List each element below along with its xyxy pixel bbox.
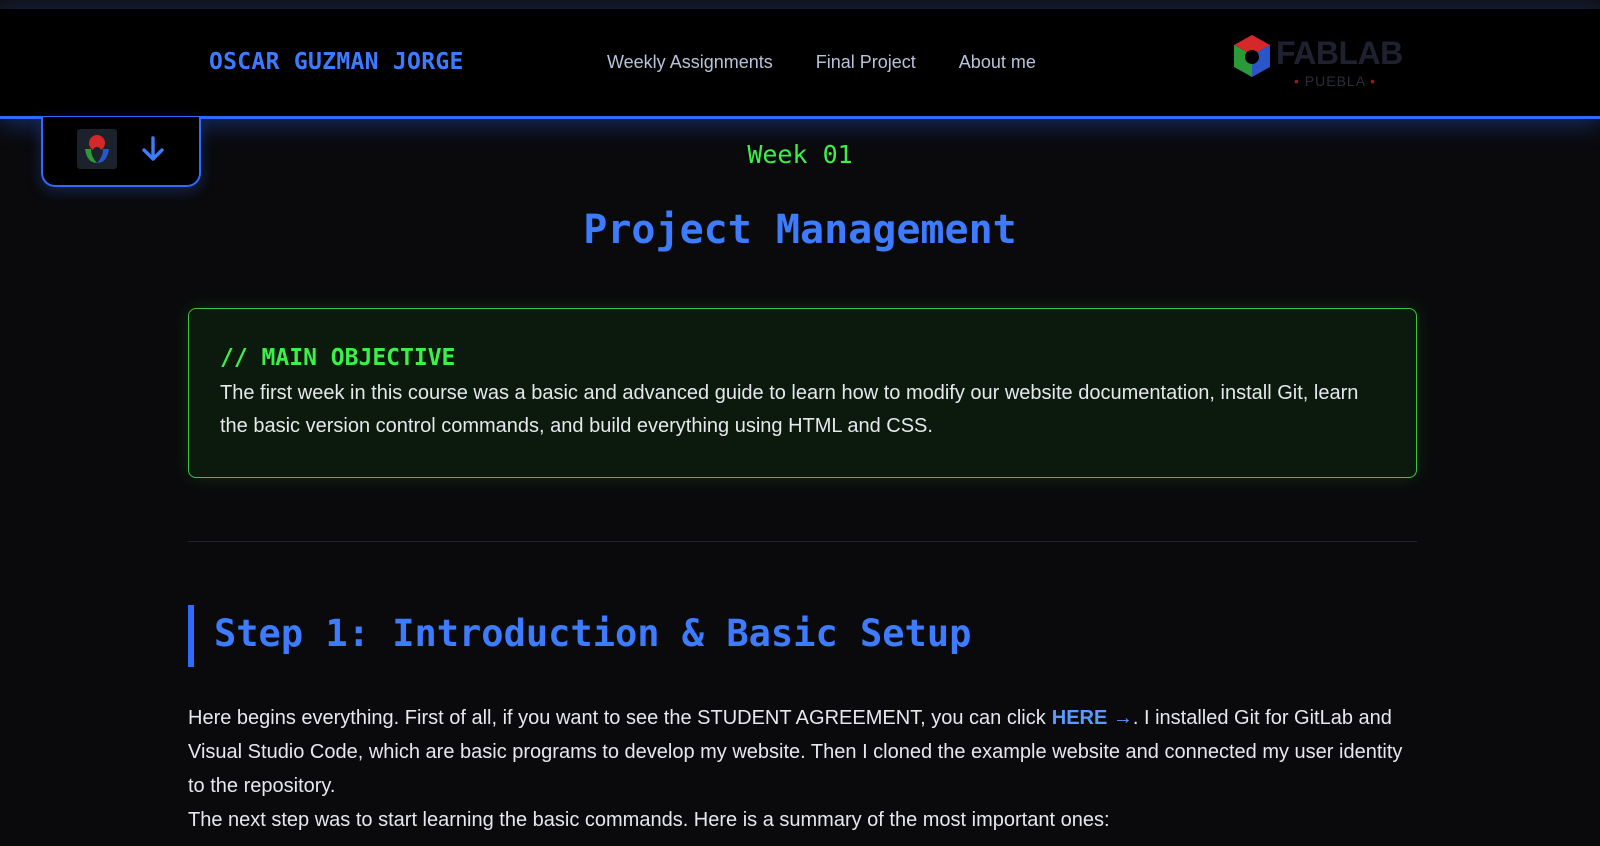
step-1-title: Step 1: Introduction & Basic Setup bbox=[214, 612, 972, 655]
week-label: Week 01 bbox=[747, 140, 853, 169]
main-objective-box: // MAIN OBJECTIVE The first week in this… bbox=[188, 308, 1417, 478]
section-divider bbox=[188, 541, 1417, 542]
nav-final-project[interactable]: Final Project bbox=[816, 52, 916, 73]
step-1-body: Here begins everything. First of all, if… bbox=[188, 701, 1418, 837]
step-1-paragraph-1: Here begins everything. First of all, if… bbox=[188, 707, 1403, 797]
fablab-subtitle: • PUEBLA • bbox=[1294, 73, 1377, 89]
student-agreement-link[interactable]: HERE → bbox=[1052, 707, 1133, 729]
browser-top-strip bbox=[0, 0, 1600, 9]
nav-weekly-assignments[interactable]: Weekly Assignments bbox=[607, 52, 773, 73]
fablab-logo[interactable]: FABLAB • PUEBLA • bbox=[1228, 29, 1403, 95]
fablab-wordmark: FABLAB bbox=[1276, 35, 1403, 71]
site-brand[interactable]: OSCAR GUZMAN JORGE bbox=[209, 49, 464, 75]
step-accent-bar bbox=[188, 605, 194, 667]
page-title: Project Management bbox=[583, 207, 1017, 253]
objective-text: The first week in this course was a basi… bbox=[220, 382, 1359, 437]
fablab-cube-icon bbox=[1234, 35, 1270, 77]
site-header: OSCAR GUZMAN JORGE Weekly Assignments Fi… bbox=[0, 9, 1600, 119]
nav-about-me[interactable]: About me bbox=[959, 52, 1036, 73]
main-nav: Weekly Assignments Final Project About m… bbox=[607, 52, 1036, 73]
objective-heading: // MAIN OBJECTIVE bbox=[220, 345, 456, 371]
step-1-paragraph-2: The next step was to start learning the … bbox=[188, 809, 1110, 831]
